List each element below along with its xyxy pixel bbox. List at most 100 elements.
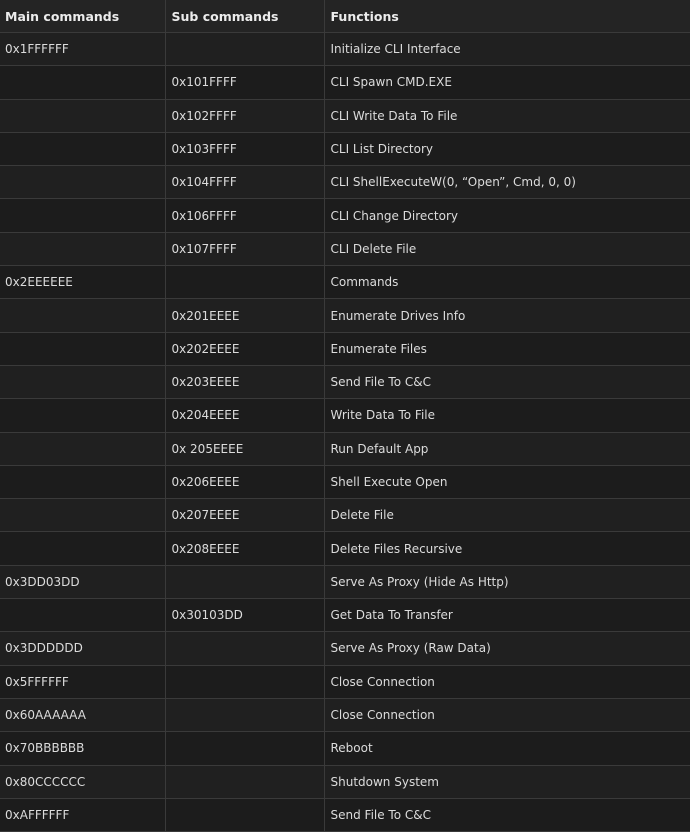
function-cell: Commands — [324, 265, 690, 300]
table-row: 0x3DDDDDD Serve As Proxy (Raw Data) — [0, 631, 690, 666]
commands-table: Main commands Sub commands Functions 0x1… — [0, 0, 690, 832]
function-cell: Serve As Proxy (Hide As Http) — [324, 565, 690, 600]
function-cell: Close Connection — [324, 698, 690, 733]
sub-command-cell: 0x104FFFF — [165, 165, 325, 200]
function-cell: Close Connection — [324, 665, 690, 699]
table-row: 0x80CCCCCC Shutdown System — [0, 765, 690, 799]
main-command-cell — [0, 365, 166, 400]
sub-command-cell: 0x207EEEE — [165, 498, 325, 533]
sub-command-cell: 0x102FFFF — [165, 99, 325, 133]
table-row: 0x30103DD Get Data To Transfer — [0, 598, 690, 633]
sub-command-cell — [165, 565, 325, 600]
function-cell: Delete Files Recursive — [324, 531, 690, 566]
table-row: 0x1FFFFFF Initialize CLI Interface — [0, 32, 690, 67]
main-command-cell: 0x3DD03DD — [0, 565, 166, 600]
sub-command-cell — [165, 631, 325, 666]
main-command-cell — [0, 198, 166, 233]
main-command-cell — [0, 99, 166, 133]
function-cell: CLI Write Data To File — [324, 99, 690, 133]
main-command-cell — [0, 432, 166, 466]
main-command-cell — [0, 298, 166, 333]
sub-command-cell — [165, 665, 325, 699]
sub-command-cell: 0x206EEEE — [165, 465, 325, 500]
header-main-commands: Main commands — [0, 0, 166, 33]
sub-command-cell: 0x204EEEE — [165, 398, 325, 433]
function-cell: Shutdown System — [324, 765, 690, 799]
sub-command-cell: 0x106FFFF — [165, 198, 325, 233]
function-cell: Write Data To File — [324, 398, 690, 433]
function-cell: Get Data To Transfer — [324, 598, 690, 633]
main-command-cell — [0, 398, 166, 433]
sub-command-cell — [165, 698, 325, 733]
main-command-cell: 0x80CCCCCC — [0, 765, 166, 799]
header-functions: Functions — [324, 0, 690, 33]
table-row: 0x102FFFF CLI Write Data To File — [0, 99, 690, 133]
sub-command-cell: 0x203EEEE — [165, 365, 325, 400]
sub-command-cell: 0x107FFFF — [165, 232, 325, 267]
sub-command-cell: 0x201EEEE — [165, 298, 325, 333]
table-row: 0x2EEEEEE Commands — [0, 265, 690, 300]
table-row: 0x107FFFF CLI Delete File — [0, 232, 690, 267]
function-cell: Delete File — [324, 498, 690, 533]
table-header: Main commands Sub commands Functions — [0, 0, 690, 33]
table-row: 0x3DD03DD Serve As Proxy (Hide As Http) — [0, 565, 690, 600]
table-row: 0x101FFFF CLI Spawn CMD.EXE — [0, 65, 690, 100]
main-command-cell — [0, 531, 166, 566]
table-row: 0x206EEEE Shell Execute Open — [0, 465, 690, 500]
main-command-cell: 0x60AAAAAA — [0, 698, 166, 733]
main-command-cell: 0x1FFFFFF — [0, 32, 166, 67]
table-row: 0x60AAAAAA Close Connection — [0, 698, 690, 733]
sub-command-cell: 0x101FFFF — [165, 65, 325, 100]
main-command-cell — [0, 465, 166, 500]
function-cell: Reboot — [324, 731, 690, 766]
main-command-cell: 0x5FFFFFF — [0, 665, 166, 699]
sub-command-cell — [165, 32, 325, 67]
function-cell: CLI List Directory — [324, 132, 690, 167]
main-command-cell — [0, 132, 166, 167]
table-row: 0x5FFFFFF Close Connection — [0, 665, 690, 699]
function-cell: Enumerate Drives Info — [324, 298, 690, 333]
sub-command-cell — [165, 731, 325, 766]
table-row: 0x202EEEE Enumerate Files — [0, 332, 690, 366]
table-row: 0x204EEEE Write Data To File — [0, 398, 690, 433]
main-command-cell — [0, 165, 166, 200]
function-cell: CLI ShellExecuteW(0, “Open”, Cmd, 0, 0) — [324, 165, 690, 200]
function-cell: Send File To C&C — [324, 798, 690, 832]
main-command-cell: 0x70BBBBBB — [0, 731, 166, 766]
function-cell: CLI Spawn CMD.EXE — [324, 65, 690, 100]
function-cell: Serve As Proxy (Raw Data) — [324, 631, 690, 666]
header-sub-commands: Sub commands — [165, 0, 325, 33]
table-row: 0x106FFFF CLI Change Directory — [0, 198, 690, 233]
function-cell: Enumerate Files — [324, 332, 690, 366]
table-row: 0x 205EEEE Run Default App — [0, 432, 690, 466]
table-row: 0x104FFFF CLI ShellExecuteW(0, “Open”, Cm… — [0, 165, 690, 200]
sub-command-cell: 0x208EEEE — [165, 531, 325, 566]
function-cell: CLI Delete File — [324, 232, 690, 267]
table-row: 0x103FFFF CLI List Directory — [0, 132, 690, 167]
main-command-cell — [0, 598, 166, 633]
function-cell: Initialize CLI Interface — [324, 32, 690, 67]
table-row: 0x203EEEE Send File To C&C — [0, 365, 690, 400]
function-cell: CLI Change Directory — [324, 198, 690, 233]
header-row: Main commands Sub commands Functions — [0, 0, 690, 33]
table-row: 0x70BBBBBB Reboot — [0, 731, 690, 766]
main-command-cell — [0, 232, 166, 267]
sub-command-cell — [165, 765, 325, 799]
main-command-cell: 0x2EEEEEE — [0, 265, 166, 300]
function-cell: Send File To C&C — [324, 365, 690, 400]
main-command-cell — [0, 65, 166, 100]
table-row: 0x208EEEE Delete Files Recursive — [0, 531, 690, 566]
table-body: 0x1FFFFFF Initialize CLI Interface 0x101FF… — [0, 32, 690, 832]
sub-command-cell — [165, 798, 325, 832]
main-command-cell: 0xAFFFFFF — [0, 798, 166, 832]
function-cell: Run Default App — [324, 432, 690, 466]
sub-command-cell: 0x 205EEEE — [165, 432, 325, 466]
table-row: 0x207EEEE Delete File — [0, 498, 690, 533]
table-row: 0xAFFFFFF Send File To C&C — [0, 798, 690, 832]
sub-command-cell: 0x103FFFF — [165, 132, 325, 167]
main-command-cell — [0, 332, 166, 366]
sub-command-cell: 0x30103DD — [165, 598, 325, 633]
sub-command-cell: 0x202EEEE — [165, 332, 325, 366]
sub-command-cell — [165, 265, 325, 300]
main-command-cell — [0, 498, 166, 533]
